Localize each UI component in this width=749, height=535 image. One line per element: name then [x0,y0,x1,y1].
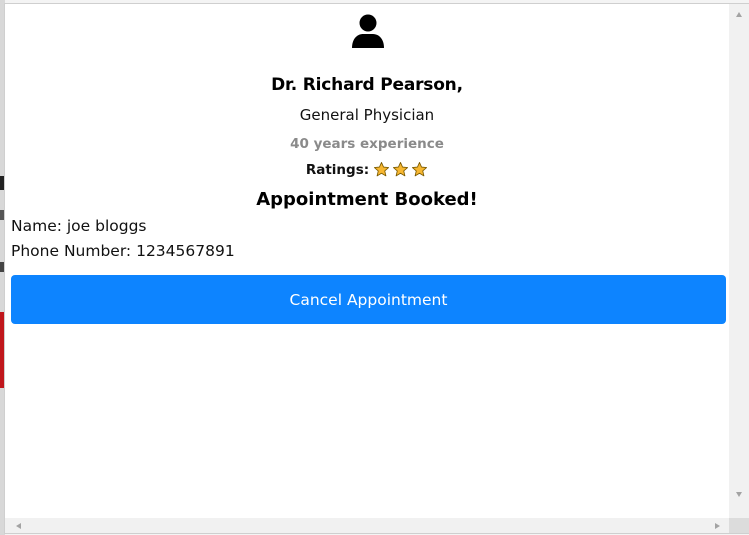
scroll-up-arrow-icon[interactable] [736,12,742,17]
booking-status: Appointment Booked! [256,189,478,210]
star-icon [374,161,390,177]
star-icon [393,161,409,177]
appointment-modal: Dr. Richard Pearson, General Physician 4… [4,3,749,534]
modal-content: Dr. Richard Pearson, General Physician 4… [5,4,729,520]
patient-name: Name: joe bloggs [11,217,147,235]
horizontal-scrollbar[interactable] [5,518,729,533]
scrollbar-corner [729,518,749,533]
doctor-name: Dr. Richard Pearson, [271,75,463,95]
doctor-ratings: Ratings: [5,161,729,178]
scroll-right-arrow-icon[interactable] [715,523,720,529]
vertical-scrollbar[interactable] [729,4,749,520]
doctor-specialty: General Physician [299,106,435,124]
ratings-label: Ratings: [305,161,370,178]
scroll-left-arrow-icon[interactable] [16,523,21,529]
scroll-down-arrow-icon[interactable] [736,492,742,497]
patient-phone: Phone Number: 1234567891 [11,242,235,260]
cancel-appointment-button[interactable]: Cancel Appointment [11,275,726,324]
user-icon [352,14,384,48]
doctor-experience: 40 years experience [290,136,444,152]
star-icon [412,161,428,177]
rating-stars [373,161,428,178]
